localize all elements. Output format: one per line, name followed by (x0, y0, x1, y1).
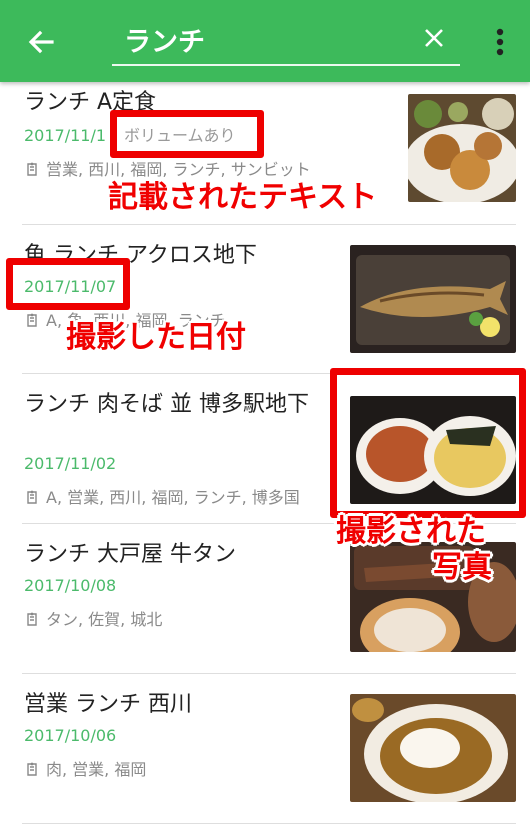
search-field[interactable] (112, 18, 460, 66)
item-photo[interactable] (350, 245, 516, 353)
annotation-box-date (6, 258, 130, 310)
tag-icon (27, 490, 37, 504)
item-title: ランチ 肉そば 並 博多駅地下 (24, 392, 309, 417)
tag-icon (27, 162, 37, 176)
fried-food-photo (408, 94, 516, 202)
item-tags-text: 肉, 営業, 福岡 (46, 760, 147, 779)
overflow-menu-button[interactable] (486, 22, 514, 62)
grilled-fish-photo (350, 245, 516, 353)
item-tags: 営業, 西川, 福岡, ランチ, サンビット (24, 160, 364, 180)
arrow-left-icon (28, 30, 54, 54)
item-tags: 肉, 営業, 福岡 (24, 760, 324, 780)
item-photo[interactable] (408, 94, 516, 202)
item-date: 2017/11/02 (24, 454, 117, 473)
clear-search-button[interactable] (418, 22, 450, 54)
item-date: 2017/10/06 (24, 726, 117, 745)
list-item[interactable]: 営業 ランチ 西川 2017/10/06 肉, 営業, 福岡 (0, 674, 530, 824)
curry-rice-photo (350, 694, 516, 802)
annotation-label-text: 記載されたテキスト (108, 180, 378, 215)
item-tags: タン, 佐賀, 城北 (24, 610, 324, 630)
item-date: 2017/11/1 (24, 126, 107, 145)
annotation-label-photo-2: 写真 (432, 550, 492, 585)
item-title: ランチ 大戸屋 牛タン (24, 542, 236, 567)
search-input[interactable] (124, 18, 404, 60)
tag-icon (27, 313, 37, 327)
annotation-box-text (110, 110, 264, 158)
item-tags: A, 営業, 西川, 福岡, ランチ, 博多国 (24, 488, 334, 508)
tag-icon (27, 612, 37, 626)
item-photo[interactable] (350, 694, 516, 802)
app-bar (0, 0, 530, 82)
tag-icon (27, 762, 37, 776)
annotation-label-date: 撮影した日付 (66, 320, 246, 355)
item-date: 2017/10/08 (24, 576, 117, 595)
item-title: 営業 ランチ 西川 (24, 692, 192, 717)
annotation-box-photo (330, 368, 526, 518)
item-tags-text: A, 営業, 西川, 福岡, ランチ, 博多国 (46, 488, 300, 507)
back-button[interactable] (22, 22, 62, 62)
close-icon (425, 29, 443, 47)
annotation-label-photo-1: 撮影された (336, 514, 486, 549)
item-tags-text: タン, 佐賀, 城北 (46, 610, 163, 629)
item-tags-text: 営業, 西川, 福岡, ランチ, サンビット (46, 160, 311, 179)
divider (22, 823, 516, 824)
more-vert-icon (496, 28, 504, 56)
